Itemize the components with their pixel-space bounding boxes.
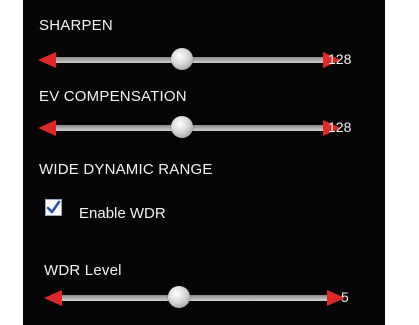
- ev-compensation-label: EV COMPENSATION: [39, 88, 187, 105]
- left-arrow-icon[interactable]: [38, 120, 56, 136]
- enable-wdr-label[interactable]: Enable WDR: [79, 205, 166, 222]
- ev-compensation-thumb[interactable]: [171, 116, 193, 138]
- sharpen-slider[interactable]: [38, 46, 343, 74]
- wdr-section-label: WIDE DYNAMIC RANGE: [39, 161, 213, 178]
- enable-wdr-checkbox[interactable]: [45, 199, 62, 216]
- wdr-level-track[interactable]: [59, 295, 334, 301]
- ev-compensation-value: 128: [328, 119, 352, 135]
- sharpen-thumb[interactable]: [171, 48, 193, 70]
- left-arrow-icon[interactable]: [44, 290, 62, 306]
- wdr-level-value: 5: [341, 289, 349, 305]
- checkmark-icon: [46, 200, 61, 214]
- ev-compensation-slider[interactable]: [38, 114, 343, 142]
- wdr-level-slider[interactable]: [44, 284, 349, 312]
- left-arrow-icon[interactable]: [38, 52, 56, 68]
- sharpen-value: 128: [328, 51, 352, 67]
- wdr-level-thumb[interactable]: [168, 286, 190, 308]
- wdr-level-label: WDR Level: [44, 262, 122, 279]
- image-settings-panel: SHARPEN 128 EV COMPENSATION 128 WIDE DYN…: [23, 0, 385, 325]
- sharpen-label: SHARPEN: [39, 17, 113, 34]
